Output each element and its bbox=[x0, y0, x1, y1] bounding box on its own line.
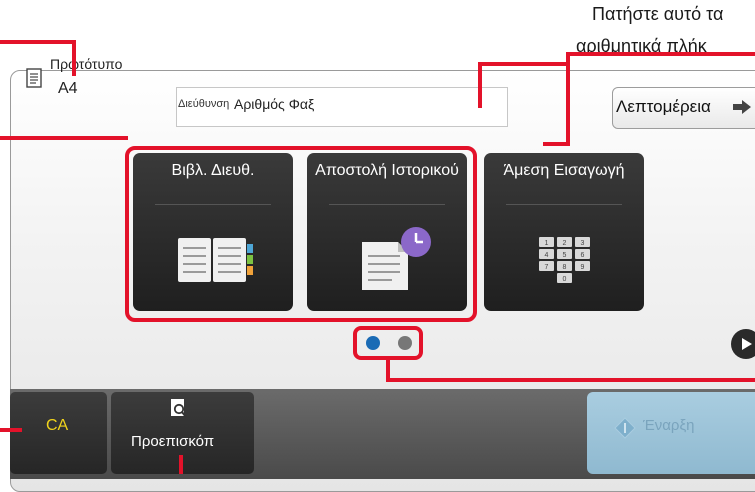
start-button-label: Έναρξη bbox=[643, 417, 695, 434]
keypad-key: 3 bbox=[581, 240, 585, 247]
keypad-icon: 1 2 3 4 5 6 7 8 9 0 bbox=[539, 237, 590, 283]
callout-line bbox=[566, 52, 570, 144]
callout-line bbox=[0, 428, 22, 432]
callout-text-line1: Πατήστε αυτό τα bbox=[592, 4, 724, 24]
original-label: Πρωτότυπο bbox=[50, 56, 123, 72]
original-size[interactable]: A4 bbox=[58, 80, 78, 98]
preview-button-label: Προεπισκόπ bbox=[131, 433, 215, 450]
callout-line bbox=[72, 40, 76, 76]
keypad-key: 8 bbox=[563, 264, 567, 271]
start-icon bbox=[614, 417, 636, 439]
keypad-key: 0 bbox=[563, 276, 567, 283]
callout-line bbox=[566, 52, 755, 56]
callout-line bbox=[386, 378, 755, 382]
keypad-key: 2 bbox=[563, 240, 567, 247]
callout-line bbox=[478, 62, 570, 66]
keypad-key: 4 bbox=[545, 252, 549, 259]
callout-line bbox=[543, 142, 570, 146]
keypad-key: 7 bbox=[545, 264, 549, 271]
callout-line bbox=[0, 136, 128, 140]
play-icon bbox=[742, 338, 752, 350]
callout-line bbox=[179, 455, 183, 474]
callout-line bbox=[0, 40, 76, 44]
callout-line bbox=[478, 62, 482, 108]
tile-label-direct-entry: Άμεση Εισαγωγή bbox=[503, 162, 625, 179]
details-button-label: Λεπτομέρεια bbox=[616, 97, 711, 116]
tile-divider bbox=[506, 204, 622, 205]
highlight-box-tiles bbox=[125, 146, 477, 322]
document-icon bbox=[26, 68, 42, 88]
keypad-key: 6 bbox=[581, 252, 585, 259]
address-label: Διεύθυνση bbox=[178, 98, 230, 110]
address-value: Αριθμός Φαξ bbox=[234, 96, 315, 112]
keypad-key: 9 bbox=[581, 264, 585, 271]
arrow-right-icon bbox=[733, 100, 751, 114]
ca-button-label: CA bbox=[46, 417, 69, 434]
preview-magnifier-icon bbox=[171, 399, 187, 418]
highlight-box-dots bbox=[353, 326, 423, 360]
keypad-key: 5 bbox=[563, 252, 567, 259]
keypad-key: 1 bbox=[545, 240, 549, 247]
